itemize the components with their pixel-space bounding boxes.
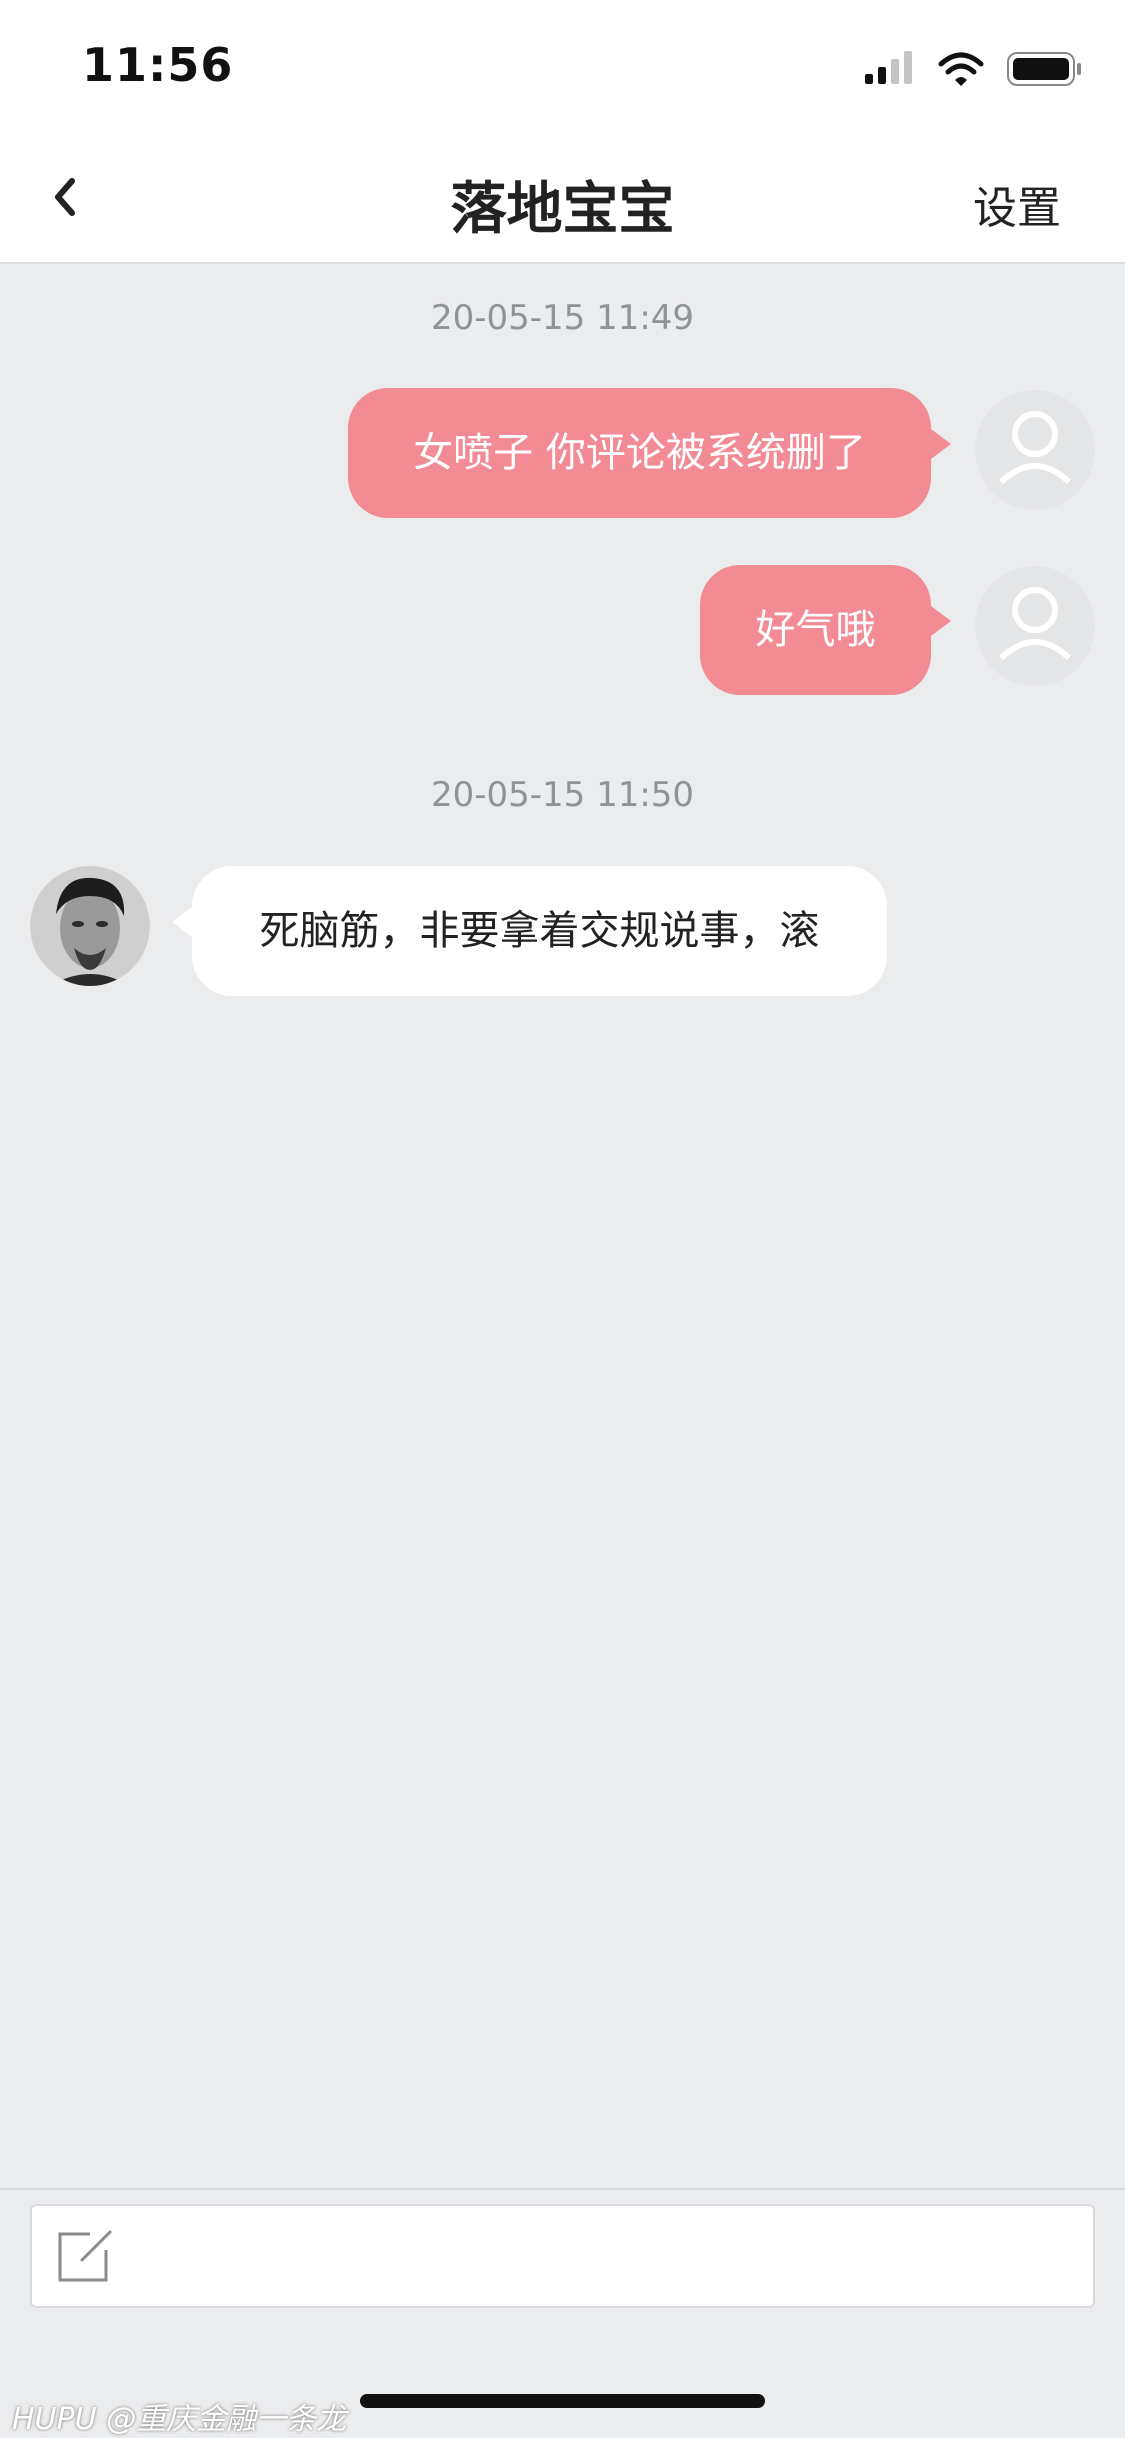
- signal-wifi-battery-icons: [865, 51, 1081, 86]
- status-icons: [865, 48, 1085, 88]
- message-input[interactable]: [30, 2204, 1095, 2308]
- cellular-signal-icon: [865, 51, 912, 84]
- default-user-icon: [975, 390, 1095, 510]
- page-title: 落地宝宝: [450, 177, 675, 242]
- watermark: HUPU @重庆金融一条龙: [12, 2402, 347, 2437]
- incoming-message-bubble[interactable]: 死脑筋，非要拿着交规说事，滚: [172, 866, 887, 996]
- wifi-icon: [938, 52, 984, 86]
- message-text: 女喷子 你评论被系统删了: [413, 430, 866, 476]
- battery-icon: [1007, 52, 1081, 86]
- contact-avatar[interactable]: [30, 866, 150, 986]
- my-avatar[interactable]: [975, 390, 1095, 510]
- message-timestamp: 20-05-15 11:49: [430, 298, 695, 338]
- bubble-tail: [927, 426, 951, 462]
- home-indicator[interactable]: [360, 2394, 765, 2408]
- message-timestamp: 20-05-15 11:50: [430, 775, 695, 815]
- status-bar: 11:56: [0, 0, 1125, 132]
- contact-photo: [30, 866, 150, 986]
- compose-icon[interactable]: [54, 2226, 114, 2286]
- settings-button[interactable]: 设置: [973, 172, 1061, 236]
- bubble-tail: [927, 603, 951, 639]
- status-time: 11:56: [82, 38, 234, 92]
- bubble-tail: [172, 904, 196, 940]
- message-text: 好气哦: [755, 607, 876, 653]
- my-avatar[interactable]: [975, 566, 1095, 686]
- message-text: 死脑筋，非要拿着交规说事，滚: [259, 908, 820, 954]
- outgoing-message-bubble[interactable]: 女喷子 你评论被系统删了: [348, 388, 951, 518]
- navigation-bar: 落地宝宝 设置: [0, 132, 1125, 264]
- default-user-icon: [975, 566, 1095, 686]
- outgoing-message-bubble[interactable]: 好气哦: [700, 565, 951, 695]
